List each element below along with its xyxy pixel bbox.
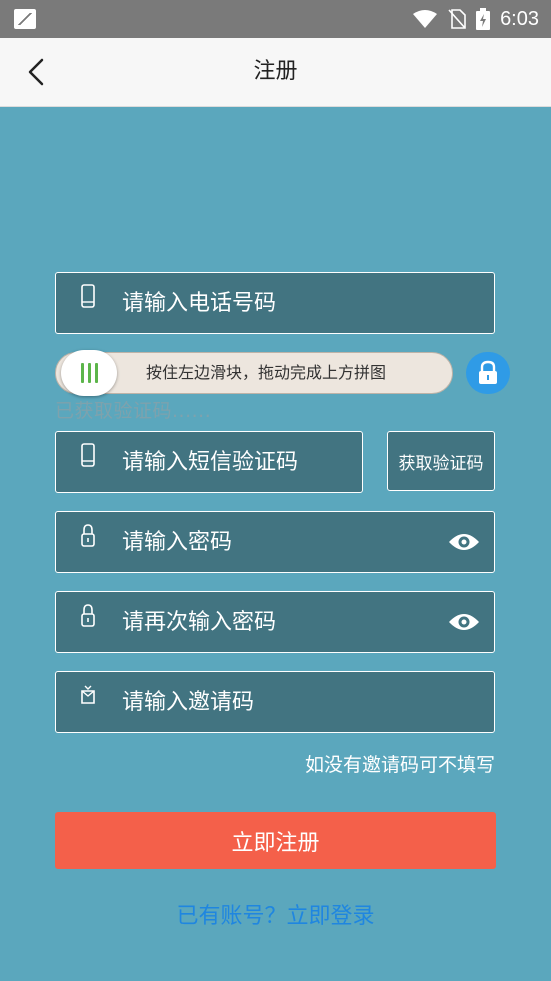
invite-code-input[interactable] bbox=[122, 672, 482, 732]
back-arrow-icon bbox=[28, 58, 44, 86]
sms-code-input[interactable] bbox=[122, 432, 352, 492]
slider-instruction: 按住左边滑块，拖动完成上方拼图 bbox=[146, 363, 387, 382]
app-bar: 注册 bbox=[0, 38, 551, 107]
lock-icon bbox=[81, 604, 95, 627]
captcha-lock-badge bbox=[466, 352, 510, 394]
invite-note: 如没有邀请码可不填写 bbox=[304, 754, 495, 776]
notification-app-icon bbox=[14, 9, 36, 29]
get-code-button[interactable]: 获取验证码 bbox=[387, 431, 495, 491]
status-icons: 6:03 bbox=[412, 0, 539, 38]
no-sim-icon bbox=[448, 9, 466, 29]
sms-code-field[interactable] bbox=[55, 431, 363, 493]
phone-icon bbox=[81, 284, 95, 308]
wifi-icon bbox=[413, 10, 438, 28]
back-button[interactable] bbox=[18, 54, 54, 90]
status-bar: 6:03 bbox=[0, 0, 551, 38]
password-input[interactable] bbox=[122, 512, 422, 572]
page-title: 注册 bbox=[253, 59, 298, 84]
confirm-password-input[interactable] bbox=[122, 592, 422, 652]
slider-handle[interactable] bbox=[61, 350, 117, 396]
slider-hint: 已获取验证码...... bbox=[55, 400, 212, 422]
lock-icon bbox=[479, 360, 497, 384]
eye-icon[interactable] bbox=[448, 611, 480, 633]
invite-icon bbox=[81, 685, 95, 704]
status-time: 6:03 bbox=[500, 7, 539, 30]
battery-charging-icon bbox=[476, 8, 491, 30]
eye-icon[interactable] bbox=[448, 531, 480, 553]
login-link[interactable]: 已有账号？立即登录 bbox=[0, 898, 551, 930]
lock-icon bbox=[81, 524, 95, 547]
phone-input[interactable] bbox=[122, 273, 482, 333]
invite-code-field[interactable] bbox=[55, 671, 495, 733]
password-field[interactable] bbox=[55, 511, 495, 573]
confirm-password-field[interactable] bbox=[55, 591, 495, 653]
phone-field[interactable] bbox=[55, 272, 495, 334]
slider-captcha-track[interactable]: 按住左边滑块，拖动完成上方拼图 bbox=[55, 350, 453, 396]
register-button[interactable]: 立即注册 bbox=[55, 812, 496, 869]
phone-icon bbox=[81, 443, 95, 467]
